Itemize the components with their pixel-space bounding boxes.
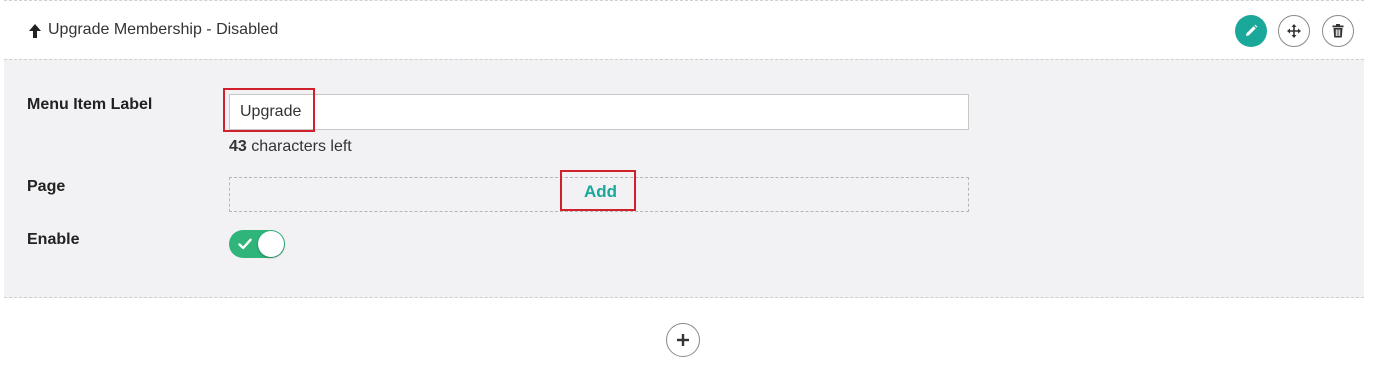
move-button[interactable] — [1278, 15, 1310, 47]
menu-item-settings-panel: Menu Item Label Upgrade 43 characters le… — [4, 59, 1364, 298]
delete-button[interactable] — [1322, 15, 1354, 47]
enable-toggle[interactable] — [229, 230, 285, 258]
menu-item-label-label: Menu Item Label — [27, 96, 153, 113]
trash-icon — [1332, 24, 1344, 38]
check-icon — [238, 238, 252, 250]
arrow-up-icon — [29, 24, 41, 38]
toggle-knob — [258, 231, 284, 257]
page-label: Page — [27, 178, 66, 195]
characters-left-count: 43 — [229, 138, 247, 155]
enable-label: Enable — [27, 231, 80, 248]
menu-item-label-input[interactable]: Upgrade — [229, 94, 969, 130]
menu-item-title: Upgrade Membership - Disabled — [48, 21, 279, 38]
menu-item-header[interactable]: Upgrade Membership - Disabled — [4, 1, 1364, 59]
move-icon — [1287, 24, 1301, 38]
highlight-box-input — [223, 88, 315, 132]
add-menu-item-button[interactable] — [666, 323, 700, 357]
highlight-box-add — [560, 170, 636, 211]
menu-item-card: Upgrade Membership - Disabled Menu Item … — [4, 0, 1364, 298]
plus-icon — [677, 334, 689, 346]
edit-button[interactable] — [1235, 15, 1267, 47]
characters-left-text: characters left — [251, 138, 352, 155]
characters-left-counter: 43 characters left — [229, 138, 352, 156]
pencil-icon — [1246, 24, 1258, 36]
